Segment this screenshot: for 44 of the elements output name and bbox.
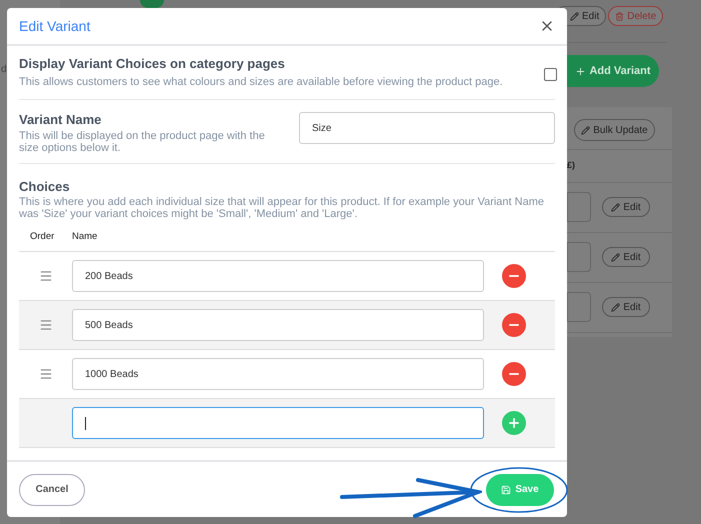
pencil-icon	[611, 302, 620, 312]
price-field[interactable]	[567, 292, 591, 322]
pencil-icon	[611, 252, 620, 262]
delete-button[interactable]: Delete	[608, 6, 664, 26]
column-header: Name	[72, 230, 98, 244]
pencil-icon	[581, 126, 590, 134]
checkbox[interactable]	[544, 68, 557, 80]
variant-name-field[interactable]: Size	[299, 112, 555, 144]
page-text-fragment: d	[1, 63, 7, 77]
edit-button[interactable]: Edit	[602, 247, 650, 267]
drag-handle-icon[interactable]	[38, 318, 52, 332]
field-description: This will be displayed on the product page with the size options below it.	[19, 130, 266, 154]
add-choice-button[interactable]	[502, 411, 526, 435]
choice-field[interactable]: 1000 Beads	[72, 358, 484, 390]
option-title: Display Variant Choices on category pages	[19, 55, 286, 73]
choice-field[interactable]: 500 Beads	[72, 309, 484, 341]
choice-field[interactable]	[72, 407, 484, 439]
drag-handle-icon[interactable]	[38, 269, 52, 283]
pencil-icon	[570, 12, 579, 20]
choice-field[interactable]: 200 Beads	[72, 260, 484, 292]
plus-icon	[575, 66, 586, 76]
add-variant-button[interactable]: Add Variant	[567, 55, 659, 87]
drag-handle-icon[interactable]	[38, 367, 52, 381]
plus-icon	[507, 416, 521, 430]
pencil-icon	[611, 202, 620, 212]
cancel-button[interactable]: Cancel	[19, 474, 85, 506]
column-header: Order	[29, 230, 56, 244]
option-description: This allows customers to see what colours and sizes are available before viewing the product page.	[19, 74, 503, 90]
field-title: Variant Name	[19, 111, 102, 129]
price-field[interactable]	[567, 242, 591, 272]
page-logo-icon	[140, 0, 164, 8]
remove-choice-button[interactable]	[502, 362, 526, 386]
save-icon	[501, 484, 512, 494]
edit-button[interactable]: Edit	[602, 297, 650, 317]
section-title: Choices	[19, 178, 71, 196]
remove-choice-button[interactable]	[502, 313, 526, 337]
price-field[interactable]	[567, 192, 591, 222]
bulk-update-button[interactable]: Bulk Update	[574, 119, 655, 141]
section-description: This is where you add each individual size that will appear for this product. If for example your Variant Name was 'Size' your variant choices might be 'Small', 'Medium' and 'Large'.	[19, 196, 545, 220]
dialog-title: Edit Variant	[19, 16, 90, 36]
edit-button[interactable]: Edit	[602, 197, 650, 217]
remove-choice-button[interactable]	[502, 264, 526, 288]
trash-icon	[615, 12, 624, 20]
column-header-fragment: £)	[567, 159, 576, 172]
